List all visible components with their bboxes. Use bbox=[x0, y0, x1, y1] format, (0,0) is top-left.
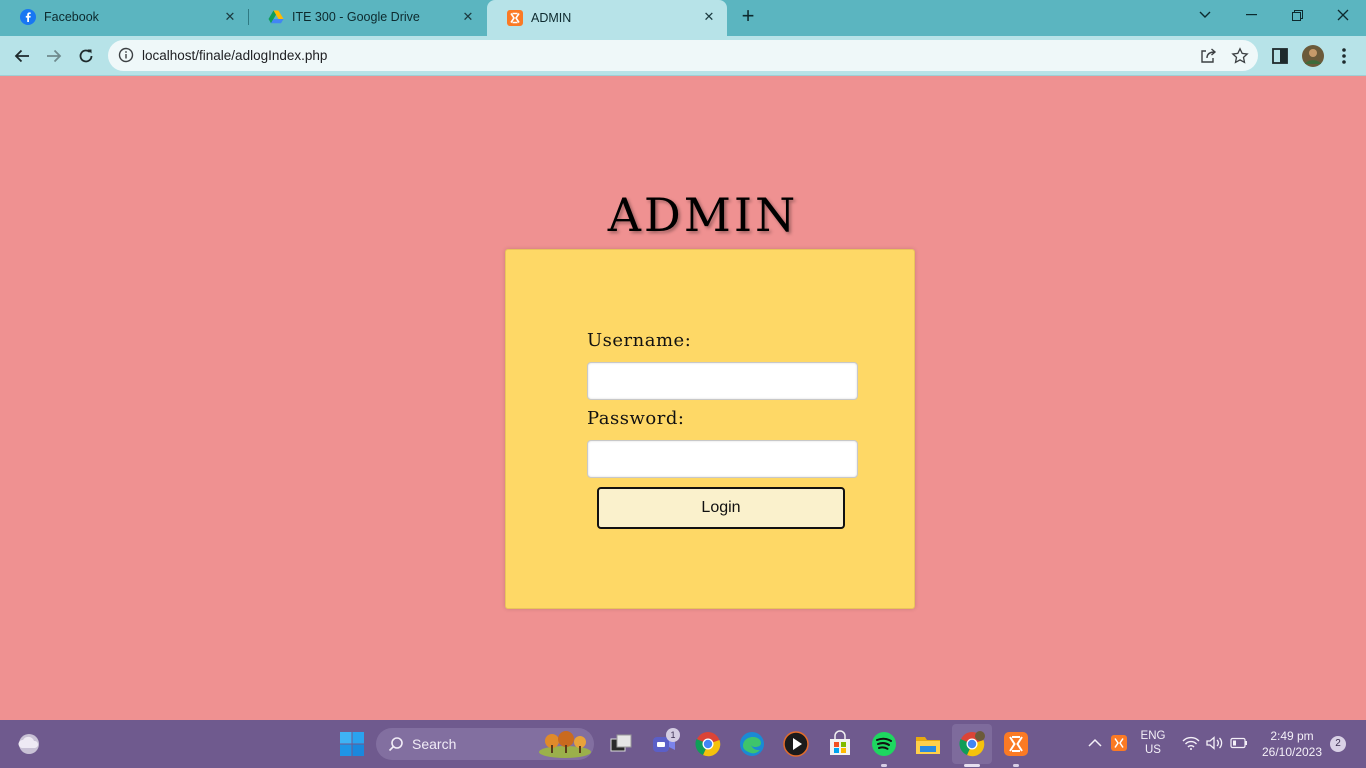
new-tab-button[interactable]: + bbox=[737, 5, 759, 28]
battery-icon[interactable] bbox=[1230, 737, 1248, 749]
teams-badge: 1 bbox=[666, 728, 680, 742]
close-window-icon[interactable] bbox=[1320, 0, 1366, 30]
tab-title: Facebook bbox=[44, 9, 99, 24]
facebook-icon bbox=[20, 8, 36, 25]
weather-widget-icon[interactable] bbox=[15, 730, 43, 758]
show-hidden-icons-chevron-icon[interactable] bbox=[1088, 738, 1102, 748]
edge-icon[interactable] bbox=[738, 730, 766, 758]
microsoft-store-icon[interactable] bbox=[826, 730, 854, 758]
windows-start-icon[interactable] bbox=[338, 730, 366, 758]
menu-kebab-icon[interactable] bbox=[1334, 46, 1354, 66]
login-button[interactable]: Login bbox=[597, 487, 845, 529]
tab-facebook[interactable]: Facebook ✕ bbox=[0, 0, 248, 33]
language-indicator[interactable]: ENG US bbox=[1138, 730, 1168, 756]
clock[interactable]: 2:49 pm 26/10/2023 bbox=[1254, 729, 1330, 759]
tab-google-drive[interactable]: ITE 300 - Google Drive ✕ bbox=[248, 0, 486, 33]
region-code: US bbox=[1145, 744, 1161, 756]
taskbar-search-box[interactable]: Search bbox=[376, 728, 594, 760]
reload-icon[interactable] bbox=[72, 42, 100, 70]
clock-time: 2:49 pm bbox=[1270, 729, 1314, 743]
url-text[interactable]: localhost/finale/adlogIndex.php bbox=[142, 48, 327, 63]
tab-search-chevron-icon[interactable] bbox=[1182, 0, 1228, 30]
google-drive-icon bbox=[268, 10, 284, 23]
xampp-icon bbox=[507, 10, 523, 26]
address-bar[interactable]: localhost/finale/adlogIndex.php bbox=[108, 40, 1258, 71]
task-view-icon[interactable] bbox=[607, 730, 635, 758]
xampp-tray-icon[interactable] bbox=[1111, 735, 1127, 751]
profile-avatar[interactable] bbox=[1301, 44, 1325, 68]
running-indicator bbox=[1013, 764, 1019, 767]
page-title: ADMIN bbox=[607, 188, 799, 242]
spotify-icon[interactable] bbox=[870, 730, 898, 758]
xampp-taskbar-icon[interactable] bbox=[1002, 730, 1030, 758]
side-panel-icon[interactable] bbox=[1270, 46, 1290, 66]
search-highlight-illustration bbox=[539, 731, 591, 758]
active-indicator bbox=[964, 764, 980, 767]
close-tab-icon[interactable]: ✕ bbox=[222, 9, 238, 25]
tab-strip: Facebook ✕ ITE 300 - Google Drive ✕ ADMI… bbox=[0, 0, 1366, 36]
site-info-icon[interactable] bbox=[118, 47, 134, 63]
clock-date: 26/10/2023 bbox=[1261, 745, 1323, 759]
search-icon bbox=[388, 737, 403, 752]
tab-title: ADMIN bbox=[531, 11, 572, 25]
notification-count-badge[interactable]: 2 bbox=[1330, 736, 1346, 752]
running-indicator bbox=[881, 764, 887, 767]
search-label: Search bbox=[412, 736, 457, 752]
file-explorer-icon[interactable] bbox=[914, 730, 942, 758]
tab-title: ITE 300 - Google Drive bbox=[292, 9, 420, 24]
tab-admin[interactable]: ADMIN ✕ bbox=[487, 0, 727, 36]
chrome-icon[interactable] bbox=[694, 730, 722, 758]
media-player-icon[interactable] bbox=[782, 730, 810, 758]
password-input[interactable] bbox=[587, 440, 858, 478]
minimize-icon[interactable] bbox=[1228, 0, 1274, 30]
volume-icon[interactable] bbox=[1206, 736, 1224, 750]
windows-taskbar: Search 1 ENG US 2:49 pm 26/10/2023 2 bbox=[0, 720, 1366, 768]
language-code: ENG bbox=[1140, 730, 1166, 742]
password-label: Password: bbox=[587, 408, 685, 429]
close-tab-icon[interactable]: ✕ bbox=[701, 9, 717, 25]
share-icon[interactable] bbox=[1199, 47, 1217, 65]
bookmark-star-icon[interactable] bbox=[1231, 47, 1249, 65]
restore-icon[interactable] bbox=[1274, 0, 1320, 30]
chrome-profile-icon[interactable] bbox=[958, 730, 986, 758]
login-form-card: Username: Password: Login bbox=[505, 249, 915, 609]
forward-icon[interactable] bbox=[40, 42, 68, 70]
back-icon[interactable] bbox=[8, 42, 36, 70]
username-label: Username: bbox=[587, 330, 692, 351]
wifi-icon[interactable] bbox=[1182, 736, 1200, 750]
username-input[interactable] bbox=[587, 362, 858, 400]
close-tab-icon[interactable]: ✕ bbox=[460, 9, 476, 25]
browser-toolbar: localhost/finale/adlogIndex.php bbox=[0, 36, 1366, 76]
